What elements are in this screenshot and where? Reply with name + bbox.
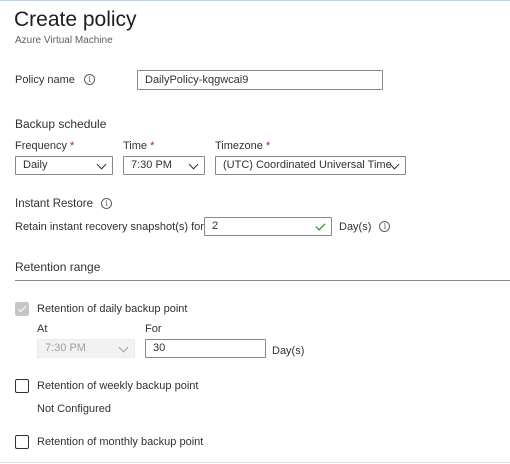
- time-label: Time *: [123, 140, 155, 152]
- page-title: Create policy: [14, 8, 137, 31]
- daily-unit-label: Day(s): [272, 345, 305, 357]
- required-marker: *: [150, 140, 155, 152]
- page-subtitle: Azure Virtual Machine: [15, 35, 113, 46]
- time-dropdown[interactable]: 7:30 PM: [123, 156, 205, 175]
- daily-retention-checkbox[interactable]: [15, 302, 29, 316]
- section-divider: [15, 280, 510, 281]
- policy-name-label: Policy name i: [15, 74, 95, 86]
- timezone-dropdown[interactable]: (UTC) Coordinated Universal Time: [215, 156, 406, 175]
- daily-time-dropdown[interactable]: 7:30 PM: [37, 339, 135, 358]
- weekly-retention-label: Retention of weekly backup point: [37, 380, 199, 392]
- required-marker: *: [265, 140, 271, 152]
- policy-name-input[interactable]: DailyPolicy-kqgwcai9: [137, 70, 383, 90]
- bottom-border: [0, 462, 510, 463]
- weekly-retention-checkbox[interactable]: [15, 379, 29, 393]
- time-value: 7:30 PM: [131, 159, 172, 171]
- backup-schedule-heading: Backup schedule: [15, 117, 107, 131]
- retain-snapshots-input[interactable]: 2: [204, 217, 332, 236]
- retain-unit-label: Day(s) i: [339, 221, 391, 233]
- top-border: [0, 0, 510, 1]
- frequency-value: Daily: [23, 159, 48, 171]
- chevron-down-icon: [188, 159, 199, 170]
- required-marker: *: [70, 140, 75, 152]
- weekly-status-text: Not Configured: [37, 403, 111, 415]
- at-label: At: [37, 323, 48, 335]
- daily-retention-label: Retention of daily backup point: [37, 303, 188, 315]
- monthly-retention-checkbox[interactable]: [15, 435, 29, 449]
- monthly-retention-label: Retention of monthly backup point: [37, 436, 204, 448]
- checkmark-icon: [315, 220, 326, 231]
- info-icon[interactable]: i: [101, 198, 113, 209]
- chevron-down-icon: [96, 159, 107, 170]
- frequency-dropdown[interactable]: Daily: [15, 156, 113, 175]
- retain-snapshots-value: 2: [212, 220, 219, 232]
- info-icon[interactable]: i: [83, 74, 95, 85]
- daily-time-value: 7:30 PM: [45, 342, 86, 354]
- retention-range-heading: Retention range: [15, 260, 101, 274]
- info-icon[interactable]: i: [379, 221, 391, 232]
- frequency-label: Frequency *: [15, 140, 75, 152]
- timezone-label: Timezone *: [215, 140, 271, 152]
- instant-restore-heading: Instant Restore i: [15, 198, 113, 210]
- timezone-value: (UTC) Coordinated Universal Time: [223, 159, 392, 171]
- daily-duration-input[interactable]: 30: [145, 339, 266, 358]
- for-label: For: [145, 323, 162, 335]
- chevron-down-icon: [118, 342, 129, 353]
- retain-snapshots-label: Retain instant recovery snapshot(s) for: [15, 221, 204, 233]
